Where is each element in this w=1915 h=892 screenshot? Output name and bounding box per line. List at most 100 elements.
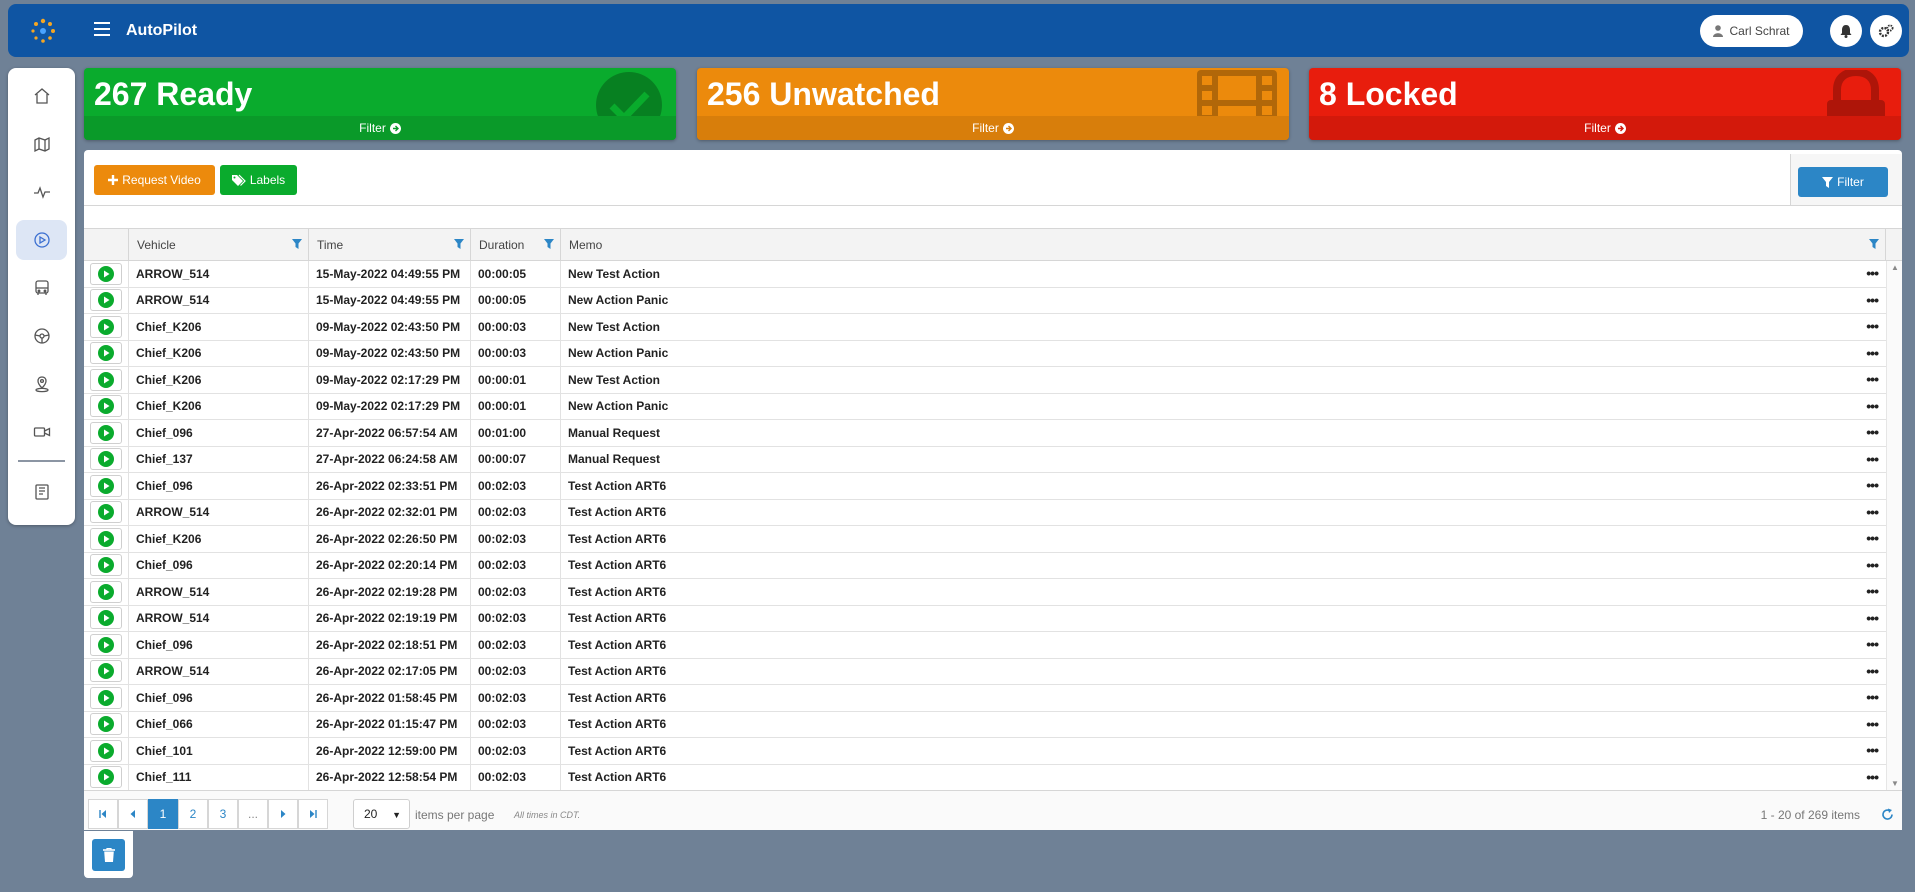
row-actions-icon[interactable]: ••• bbox=[1866, 346, 1879, 360]
table-row[interactable]: ARROW_514 15-May-2022 04:49:55 PM 00:00:05… bbox=[84, 287, 1886, 314]
play-button[interactable] bbox=[90, 686, 122, 709]
play-button[interactable] bbox=[90, 262, 122, 285]
row-actions-icon[interactable]: ••• bbox=[1866, 372, 1879, 386]
table-row[interactable]: Chief_096 26-Apr-2022 02:18:51 PM 00:02:03… bbox=[84, 632, 1886, 659]
table-row[interactable]: Chief_K206 09-May-2022 02:43:50 PM 00:00:0… bbox=[84, 314, 1886, 341]
more-pages-button[interactable]: ... bbox=[238, 799, 268, 829]
filter-button[interactable]: Filter bbox=[1798, 167, 1888, 197]
play-button[interactable] bbox=[90, 739, 122, 762]
sidebar-item-videos[interactable] bbox=[16, 220, 67, 260]
table-row[interactable]: ARROW_514 26-Apr-2022 02:32:01 PM 00:02:03… bbox=[84, 499, 1886, 526]
labels-button[interactable]: Labels bbox=[220, 165, 297, 195]
row-actions-icon[interactable]: ••• bbox=[1866, 478, 1879, 492]
prev-page-button[interactable] bbox=[118, 799, 148, 829]
row-actions-icon[interactable]: ••• bbox=[1866, 293, 1879, 307]
sidebar-item-map[interactable] bbox=[16, 124, 67, 164]
header-memo[interactable]: Memo bbox=[561, 229, 1886, 261]
column-filter-icon[interactable] bbox=[1869, 239, 1879, 249]
scroll-up-icon[interactable]: ▲ bbox=[1891, 263, 1899, 272]
table-row[interactable]: Chief_K206 26-Apr-2022 02:26:50 PM 00:02:0… bbox=[84, 526, 1886, 553]
table-row[interactable]: Chief_111 26-Apr-2022 12:58:54 PM 00:02:03… bbox=[84, 764, 1886, 790]
table-row[interactable]: Chief_137 27-Apr-2022 06:24:58 AM 00:00:07… bbox=[84, 446, 1886, 473]
page-2-button[interactable]: 2 bbox=[178, 799, 208, 829]
play-button[interactable] bbox=[90, 554, 122, 577]
row-actions-icon[interactable]: ••• bbox=[1866, 266, 1879, 280]
table-row[interactable]: Chief_101 26-Apr-2022 12:59:00 PM 00:02:03… bbox=[84, 738, 1886, 765]
scroll-down-icon[interactable]: ▼ bbox=[1891, 779, 1899, 788]
play-button[interactable] bbox=[90, 501, 122, 524]
last-page-button[interactable] bbox=[298, 799, 328, 829]
table-row[interactable]: Chief_096 27-Apr-2022 06:57:54 AM 00:01:00… bbox=[84, 420, 1886, 447]
row-actions-icon[interactable]: ••• bbox=[1866, 664, 1879, 678]
page-size-select[interactable]: 20 ▼ bbox=[353, 799, 410, 829]
play-button[interactable] bbox=[90, 633, 122, 656]
play-button[interactable] bbox=[90, 289, 122, 312]
play-button[interactable] bbox=[90, 342, 122, 365]
settings-button[interactable] bbox=[1870, 15, 1902, 47]
ready-filter-link[interactable]: Filter bbox=[84, 116, 676, 140]
delete-button[interactable] bbox=[92, 839, 125, 871]
row-actions-icon[interactable]: ••• bbox=[1866, 584, 1879, 598]
sidebar-item-locations[interactable] bbox=[16, 364, 67, 404]
play-button[interactable] bbox=[90, 580, 122, 603]
table-row[interactable]: ARROW_514 26-Apr-2022 02:19:28 PM 00:02:03… bbox=[84, 579, 1886, 606]
table-row[interactable]: Chief_K206 09-May-2022 02:17:29 PM 00:00:0… bbox=[84, 367, 1886, 394]
play-button[interactable] bbox=[90, 315, 122, 338]
table-row[interactable]: Chief_K206 09-May-2022 02:43:50 PM 00:00:0… bbox=[84, 340, 1886, 367]
row-actions-icon[interactable]: ••• bbox=[1866, 319, 1879, 333]
table-scrollbar[interactable]: ▲ ▼ bbox=[1886, 261, 1902, 790]
play-button[interactable] bbox=[90, 368, 122, 391]
column-filter-icon[interactable] bbox=[454, 239, 464, 249]
header-duration[interactable]: Duration bbox=[471, 229, 561, 261]
column-filter-icon[interactable] bbox=[292, 239, 302, 249]
page-3-button[interactable]: 3 bbox=[208, 799, 238, 829]
table-row[interactable]: Chief_066 26-Apr-2022 01:15:47 PM 00:02:03… bbox=[84, 711, 1886, 738]
request-video-button[interactable]: Request Video bbox=[94, 165, 215, 195]
app-logo-icon[interactable] bbox=[30, 18, 56, 44]
locked-filter-link[interactable]: Filter bbox=[1309, 116, 1901, 140]
row-actions-icon[interactable]: ••• bbox=[1866, 743, 1879, 757]
table-row[interactable]: Chief_096 26-Apr-2022 01:58:45 PM 00:02:03… bbox=[84, 685, 1886, 712]
row-actions-icon[interactable]: ••• bbox=[1866, 505, 1879, 519]
row-actions-icon[interactable]: ••• bbox=[1866, 531, 1879, 545]
header-time[interactable]: Time bbox=[309, 229, 471, 261]
header-vehicle[interactable]: Vehicle bbox=[129, 229, 309, 261]
menu-toggle-icon[interactable] bbox=[94, 22, 110, 36]
row-actions-icon[interactable]: ••• bbox=[1866, 637, 1879, 651]
first-page-button[interactable] bbox=[88, 799, 118, 829]
play-button[interactable] bbox=[90, 421, 122, 444]
row-actions-icon[interactable]: ••• bbox=[1866, 611, 1879, 625]
user-menu-button[interactable]: Carl Schrat bbox=[1700, 15, 1803, 47]
row-actions-icon[interactable]: ••• bbox=[1866, 425, 1879, 439]
play-button[interactable] bbox=[90, 474, 122, 497]
table-row[interactable]: Chief_096 26-Apr-2022 02:33:51 PM 00:02:03… bbox=[84, 473, 1886, 500]
play-button[interactable] bbox=[90, 660, 122, 683]
refresh-icon[interactable] bbox=[1881, 808, 1894, 821]
table-row[interactable]: Chief_096 26-Apr-2022 02:20:14 PM 00:02:03… bbox=[84, 552, 1886, 579]
row-actions-icon[interactable]: ••• bbox=[1866, 770, 1879, 784]
sidebar-item-vehicles[interactable] bbox=[16, 268, 67, 308]
play-button[interactable] bbox=[90, 448, 122, 471]
sidebar-item-cameras[interactable] bbox=[16, 412, 67, 452]
sidebar-item-reports[interactable] bbox=[16, 472, 67, 512]
sidebar-item-drivers[interactable] bbox=[16, 316, 67, 356]
table-row[interactable]: ARROW_514 26-Apr-2022 02:17:05 PM 00:02:03… bbox=[84, 658, 1886, 685]
row-actions-icon[interactable]: ••• bbox=[1866, 690, 1879, 704]
sidebar-item-activity[interactable] bbox=[16, 172, 67, 212]
next-page-button[interactable] bbox=[268, 799, 298, 829]
unwatched-filter-link[interactable]: Filter bbox=[697, 116, 1289, 140]
table-row[interactable]: ARROW_514 15-May-2022 04:49:55 PM 00:00:05… bbox=[84, 261, 1886, 288]
play-button[interactable] bbox=[90, 766, 122, 789]
column-filter-icon[interactable] bbox=[544, 239, 554, 249]
row-actions-icon[interactable]: ••• bbox=[1866, 399, 1879, 413]
table-row[interactable]: Chief_K206 09-May-2022 02:17:29 PM 00:00:0… bbox=[84, 393, 1886, 420]
page-1-button[interactable]: 1 bbox=[148, 799, 178, 829]
notifications-button[interactable] bbox=[1830, 15, 1862, 47]
play-button[interactable] bbox=[90, 713, 122, 736]
row-actions-icon[interactable]: ••• bbox=[1866, 717, 1879, 731]
sidebar-item-home[interactable] bbox=[16, 76, 67, 116]
play-button[interactable] bbox=[90, 607, 122, 630]
row-actions-icon[interactable]: ••• bbox=[1866, 452, 1879, 466]
row-actions-icon[interactable]: ••• bbox=[1866, 558, 1879, 572]
play-button[interactable] bbox=[90, 395, 122, 418]
